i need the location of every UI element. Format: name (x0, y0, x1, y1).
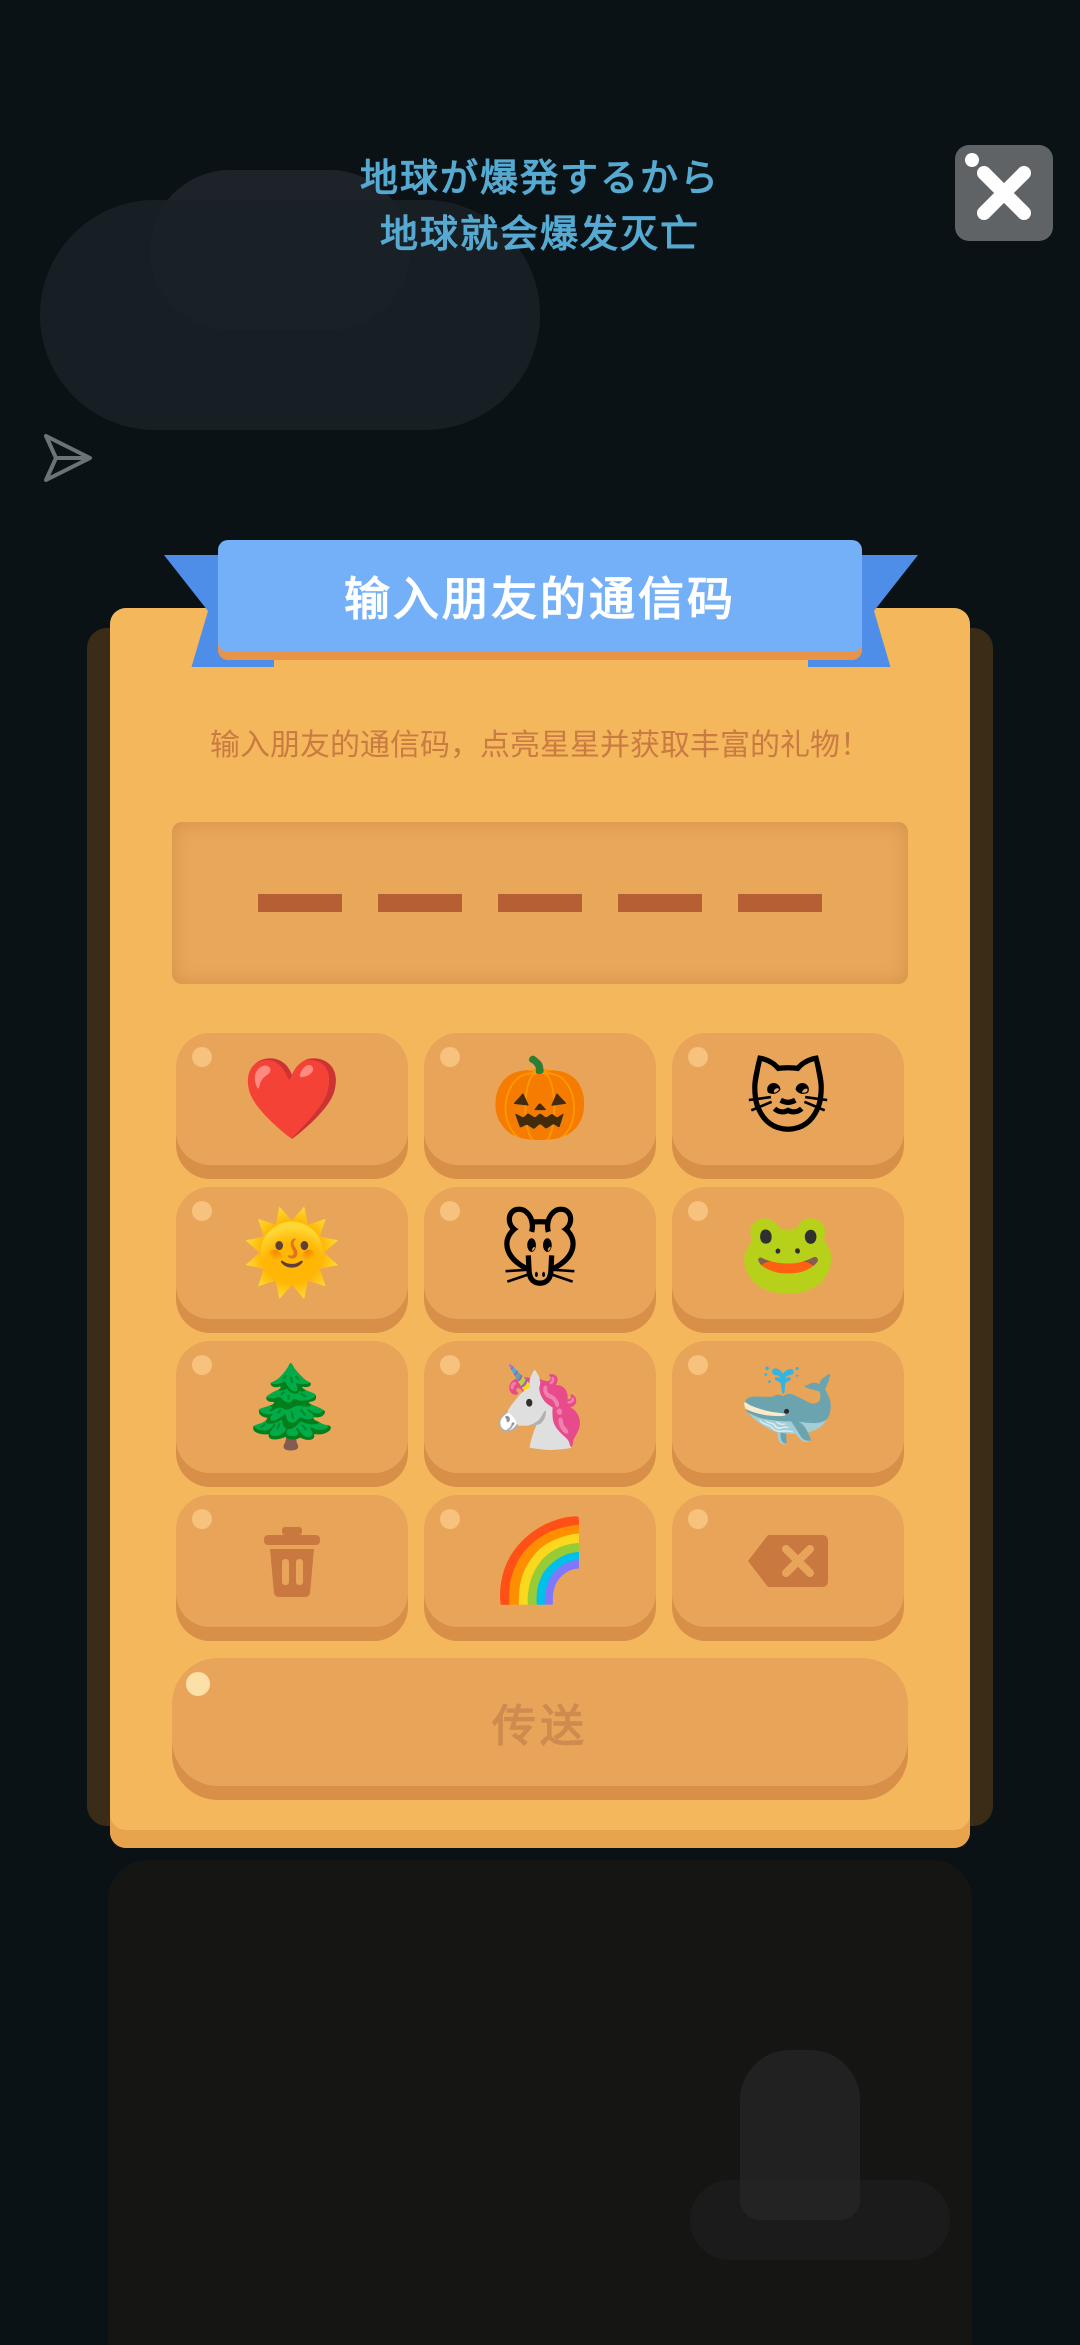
shine-dot (688, 1509, 708, 1529)
code-slot (618, 894, 702, 912)
key-frog[interactable]: 🐸 (672, 1187, 904, 1319)
sun-icon: 🌞 (242, 1206, 342, 1299)
dialog-title: 输入朋友的通信码 (344, 572, 736, 626)
header-banner: 地球が爆発するから 地球就会爆发灭亡 (300, 150, 780, 256)
dialog-subtitle: 输入朋友的通信码，点亮星星并获取丰富的礼物！ (210, 728, 870, 763)
heart-icon: ❤️ (242, 1052, 342, 1145)
pumpkin-icon: 🎃 (490, 1052, 590, 1145)
shine-dot (688, 1047, 708, 1067)
send-button-label: 传送 (492, 1701, 588, 1752)
shine-dot (688, 1201, 708, 1221)
emoji-keypad: ❤️ 🎃 🐱 🌞 🐭 🐸 🌲 🦄 🐳 🌈 (176, 1033, 904, 1627)
clear-button[interactable] (176, 1495, 408, 1627)
code-slot (258, 894, 342, 912)
shine-dot (192, 1509, 212, 1529)
code-slot (738, 894, 822, 912)
shine-dot (186, 1672, 210, 1696)
cat-icon: 🐱 (746, 1052, 830, 1145)
shine-dot (440, 1201, 460, 1221)
key-heart[interactable]: ❤️ (176, 1033, 408, 1165)
key-pumpkin[interactable]: 🎃 (424, 1033, 656, 1165)
unicorn-icon: 🦄 (490, 1360, 590, 1453)
whale-icon: 🐳 (738, 1360, 838, 1453)
send-icon (43, 433, 92, 482)
key-whale[interactable]: 🐳 (672, 1341, 904, 1473)
mouse-icon: 🐭 (498, 1206, 582, 1299)
send-button[interactable]: 传送 (172, 1658, 908, 1786)
header-line-1: 地球が爆発するから (359, 156, 720, 200)
share-button[interactable] (30, 425, 105, 490)
tree-icon: 🌲 (242, 1360, 342, 1453)
key-rainbow[interactable]: 🌈 (424, 1495, 656, 1627)
key-sun[interactable]: 🌞 (176, 1187, 408, 1319)
trash-icon (264, 1527, 320, 1597)
key-cat[interactable]: 🐱 (672, 1033, 904, 1165)
close-icon (977, 166, 1031, 220)
shine-dot (688, 1355, 708, 1375)
key-tree[interactable]: 🌲 (176, 1341, 408, 1473)
key-unicorn[interactable]: 🦄 (424, 1341, 656, 1473)
shine-dot (192, 1201, 212, 1221)
frog-icon: 🐸 (738, 1206, 838, 1299)
shine-dot (965, 153, 979, 167)
code-slot (378, 894, 462, 912)
backspace-icon (748, 1535, 828, 1587)
shine-dot (440, 1355, 460, 1375)
key-mouse[interactable]: 🐭 (424, 1187, 656, 1319)
close-button[interactable] (955, 145, 1053, 241)
shine-dot (440, 1047, 460, 1067)
backspace-button[interactable] (672, 1495, 904, 1627)
rainbow-icon: 🌈 (490, 1514, 590, 1607)
shine-dot (192, 1355, 212, 1375)
background-cat (740, 2050, 860, 2220)
shine-dot (440, 1509, 460, 1529)
header-line-2: 地球就会爆发灭亡 (379, 212, 700, 256)
code-slot (498, 894, 582, 912)
shine-dot (192, 1047, 212, 1067)
dialog-title-ribbon: 输入朋友的通信码 (218, 540, 862, 652)
code-display (172, 822, 908, 984)
